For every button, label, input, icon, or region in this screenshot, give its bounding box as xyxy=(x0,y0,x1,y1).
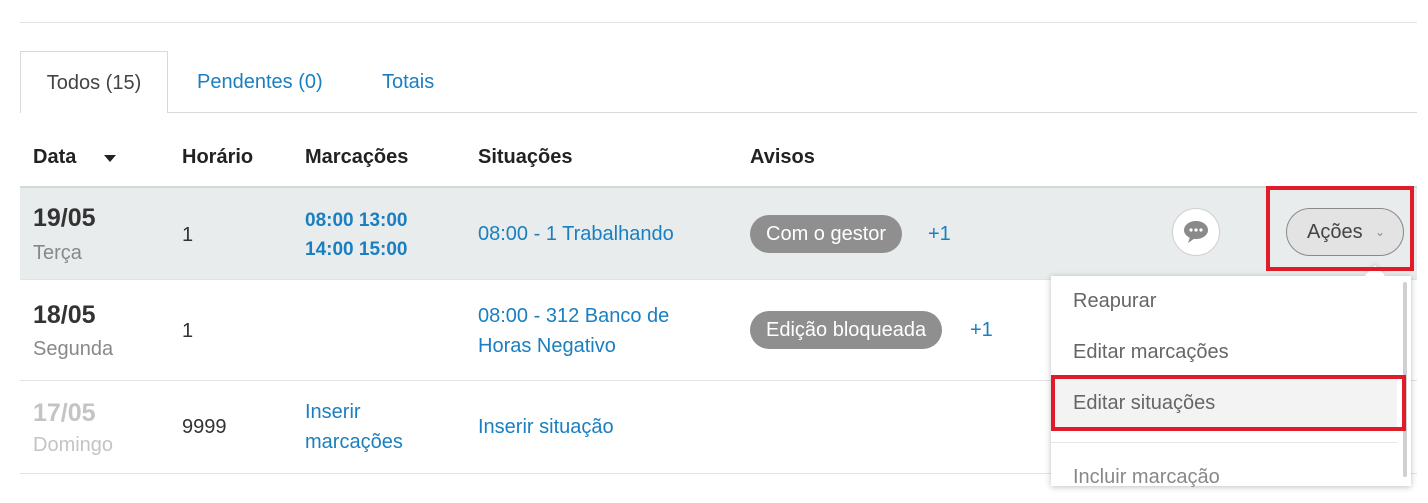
top-divider xyxy=(20,22,1417,23)
more-avisos-link[interactable]: +1 xyxy=(970,319,993,342)
situacao-link[interactable]: 08:00 - 312 Banco de xyxy=(478,301,669,331)
speech-bubble-icon xyxy=(1184,221,1208,243)
row-weekday: Terça xyxy=(33,242,82,264)
tab-bar-underline xyxy=(20,112,1417,113)
row-date: 17/05 xyxy=(33,399,96,427)
more-avisos-link[interactable]: +1 xyxy=(928,223,951,246)
column-header-data[interactable]: Data xyxy=(33,146,76,169)
acoes-button[interactable]: Ações ⌄ xyxy=(1286,208,1404,256)
acoes-dropdown-menu: Reapurar Editar marcações Editar situaçõ… xyxy=(1051,276,1411,488)
tab-totais[interactable]: Totais xyxy=(382,51,434,112)
menu-scrollbar[interactable] xyxy=(1403,282,1407,477)
row-weekday: Domingo xyxy=(33,434,114,456)
row-weekday: Segunda xyxy=(33,338,114,360)
situacao-link-continued[interactable]: Horas Negativo xyxy=(478,331,669,361)
menu-item-reapurar[interactable]: Reapurar xyxy=(1051,276,1397,327)
menu-item-editar-marcacoes[interactable]: Editar marcações xyxy=(1051,327,1397,378)
tab-todos[interactable]: Todos (15) xyxy=(20,51,168,113)
inserir-marcacoes-link[interactable]: Inserir marcações xyxy=(305,397,403,457)
row-situacoes: 08:00 - 312 Banco de Horas Negativo xyxy=(478,301,669,361)
row-horario: 1 xyxy=(182,224,194,246)
situacao-link[interactable]: 08:00 - 1 Trabalhando xyxy=(478,219,674,249)
row-marcacoes: 08:00 13:00 14:00 15:00 xyxy=(305,206,407,264)
chevron-down-icon: ⌄ xyxy=(1374,225,1385,239)
tab-pendentes[interactable]: Pendentes (0) xyxy=(197,51,323,112)
row-date: 18/05 xyxy=(33,301,96,329)
inserir-marcacoes-line-1: Inserir xyxy=(305,401,361,423)
column-header-marcacoes: Marcações xyxy=(305,146,409,168)
row-horario: 1 xyxy=(182,320,194,342)
column-header-situacoes: Situações xyxy=(478,146,573,168)
column-header-avisos: Avisos xyxy=(750,146,815,168)
caret-down-icon[interactable] xyxy=(104,155,116,162)
inserir-marcacoes-line-2: marcações xyxy=(305,431,403,453)
table-header: Data Horário Marcações Situações Avisos xyxy=(20,136,1417,184)
menu-item-incluir-marcacao[interactable]: Incluir marcação xyxy=(1051,452,1397,503)
menu-item-editar-situacoes[interactable]: Editar situações xyxy=(1051,378,1397,429)
inserir-situacao-link[interactable]: Inserir situação xyxy=(478,412,614,442)
status-badge[interactable]: Com o gestor xyxy=(750,215,903,253)
row-horario: 9999 xyxy=(182,416,227,438)
marcacao-link[interactable]: 14:00 15:00 xyxy=(305,235,407,264)
tab-bar: Todos (15) Pendentes (0) Totais xyxy=(20,51,1417,113)
menu-divider xyxy=(1051,442,1397,443)
marcacao-link[interactable]: 08:00 13:00 xyxy=(305,206,407,235)
row-date: 19/05 xyxy=(33,204,96,232)
comment-button[interactable] xyxy=(1172,208,1220,256)
column-header-horario: Horário xyxy=(182,146,254,168)
table-row[interactable]: 19/05 Terça 1 08:00 13:00 14:00 15:00 08… xyxy=(20,186,1417,280)
acoes-button-label: Ações xyxy=(1307,221,1363,243)
status-badge[interactable]: Edição bloqueada xyxy=(750,311,943,349)
